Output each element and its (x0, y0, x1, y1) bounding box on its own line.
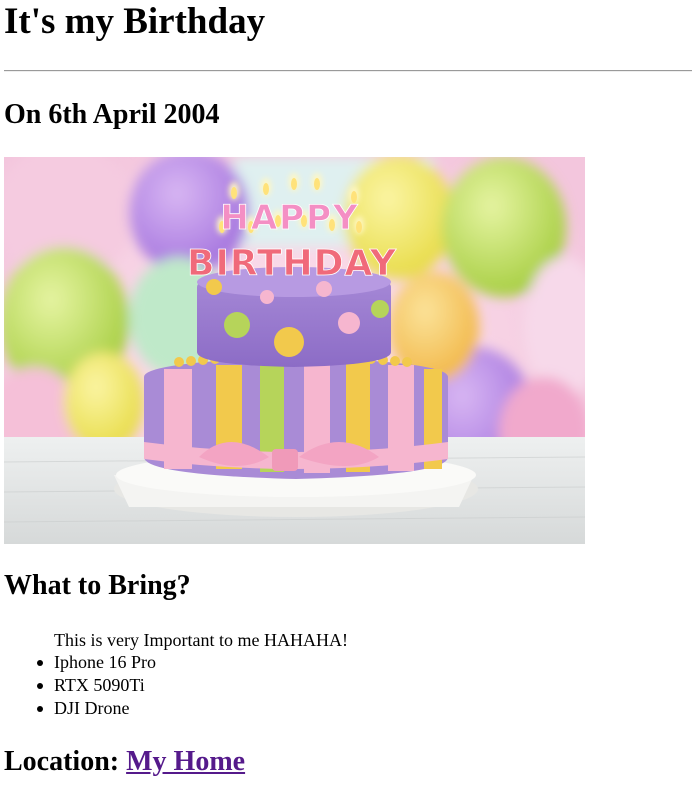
list-item: RTX 5090Ti (37, 674, 156, 697)
birthday-cake-image: HAPPY BIRTHDAY (4, 157, 585, 544)
date-heading: On 6th April 2004 (4, 99, 220, 130)
location-link[interactable]: My Home (126, 746, 245, 777)
location-label: Location: (4, 746, 120, 777)
list-item: Iphone 16 Pro (37, 652, 156, 672)
bring-list: Iphone 16 Pro RTX 5090Ti DJI Drone (14, 651, 156, 720)
location-heading: Location: My Home (4, 745, 245, 779)
horizontal-rule (4, 70, 692, 72)
page-title: It's my Birthday (4, 1, 266, 42)
what-to-bring-heading: What to Bring? (4, 570, 191, 601)
birthday-page: It's my Birthday On 6th April 2004 HAPPY… (0, 0, 693, 809)
list-item: DJI Drone (37, 697, 156, 720)
bring-note: This is very Important to me HAHAHA! (54, 630, 348, 650)
cake-candle-text-top: HAPPY (220, 198, 359, 238)
cake-candle-text-bottom: BIRTHDAY (187, 243, 397, 284)
